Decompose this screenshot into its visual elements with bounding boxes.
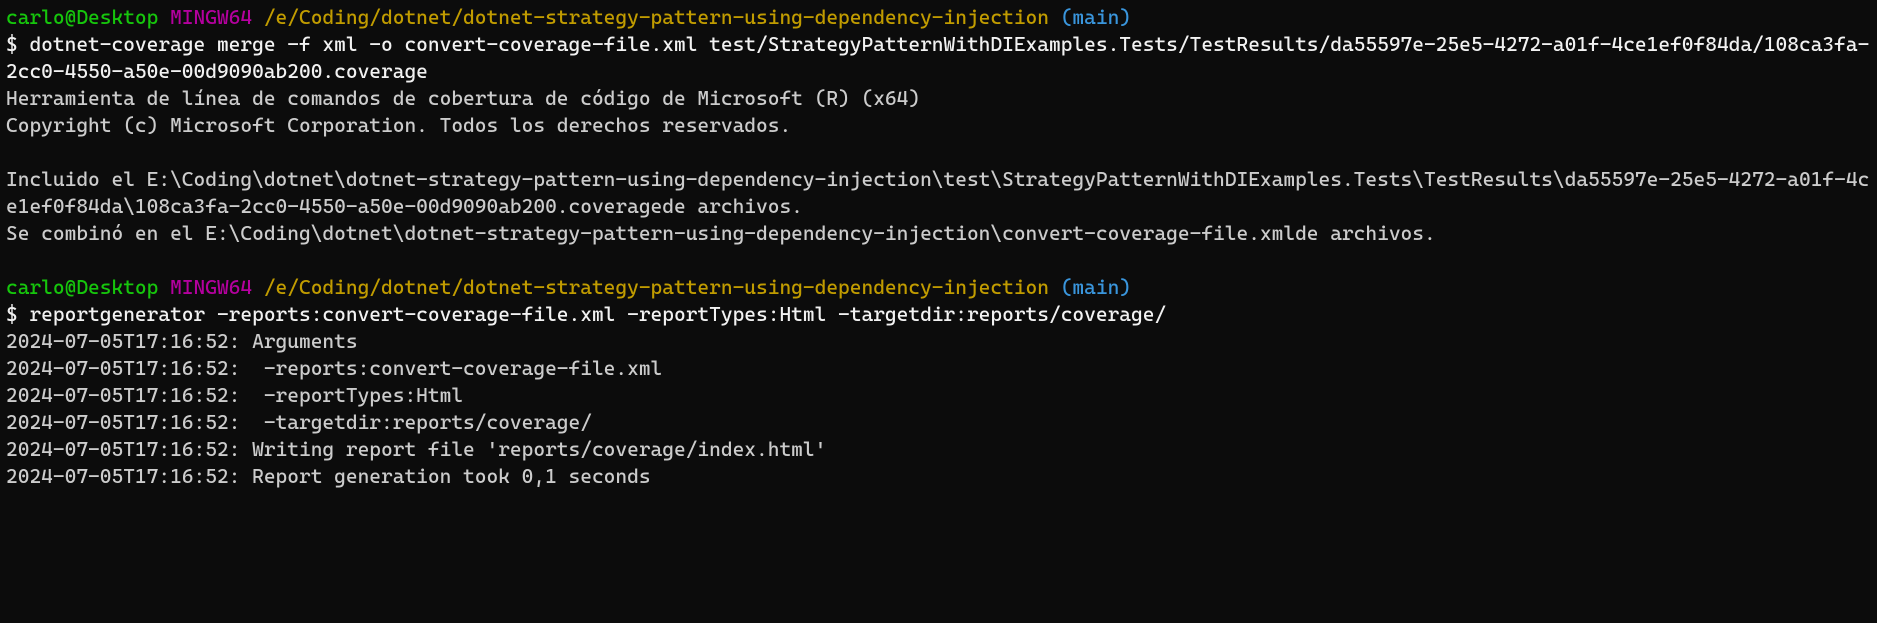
prompt-symbol: $	[6, 32, 18, 56]
prompt-branch: (main)	[1061, 275, 1131, 299]
command-text: reportgenerator -reports:convert-coverag…	[29, 302, 1166, 326]
prompt-user: carlo@Desktop	[6, 275, 158, 299]
prompt-user: carlo@Desktop	[6, 5, 158, 29]
command-text: dotnet-coverage merge -f xml -o convert-…	[6, 32, 1869, 83]
prompt-line-2: carlo@Desktop MINGW64 /e/Coding/dotnet/d…	[6, 275, 1131, 299]
prompt-path: /e/Coding/dotnet/dotnet-strategy-pattern…	[264, 5, 1049, 29]
prompt-symbol: $	[6, 302, 18, 326]
prompt-env: MINGW64	[170, 5, 252, 29]
prompt-branch: (main)	[1061, 5, 1131, 29]
prompt-path: /e/Coding/dotnet/dotnet-strategy-pattern…	[264, 275, 1049, 299]
output-block-1: Herramienta de línea de comandos de cobe…	[6, 86, 1869, 245]
command-line-1: $ dotnet-coverage merge -f xml -o conver…	[6, 32, 1869, 83]
output-block-2: 2024-07-05T17:16:52: Arguments 2024-07-0…	[6, 329, 826, 488]
prompt-line-1: carlo@Desktop MINGW64 /e/Coding/dotnet/d…	[6, 5, 1131, 29]
terminal-output[interactable]: carlo@Desktop MINGW64 /e/Coding/dotnet/d…	[6, 5, 1869, 488]
prompt-env: MINGW64	[170, 275, 252, 299]
command-line-2: $ reportgenerator -reports:convert-cover…	[6, 302, 1166, 326]
